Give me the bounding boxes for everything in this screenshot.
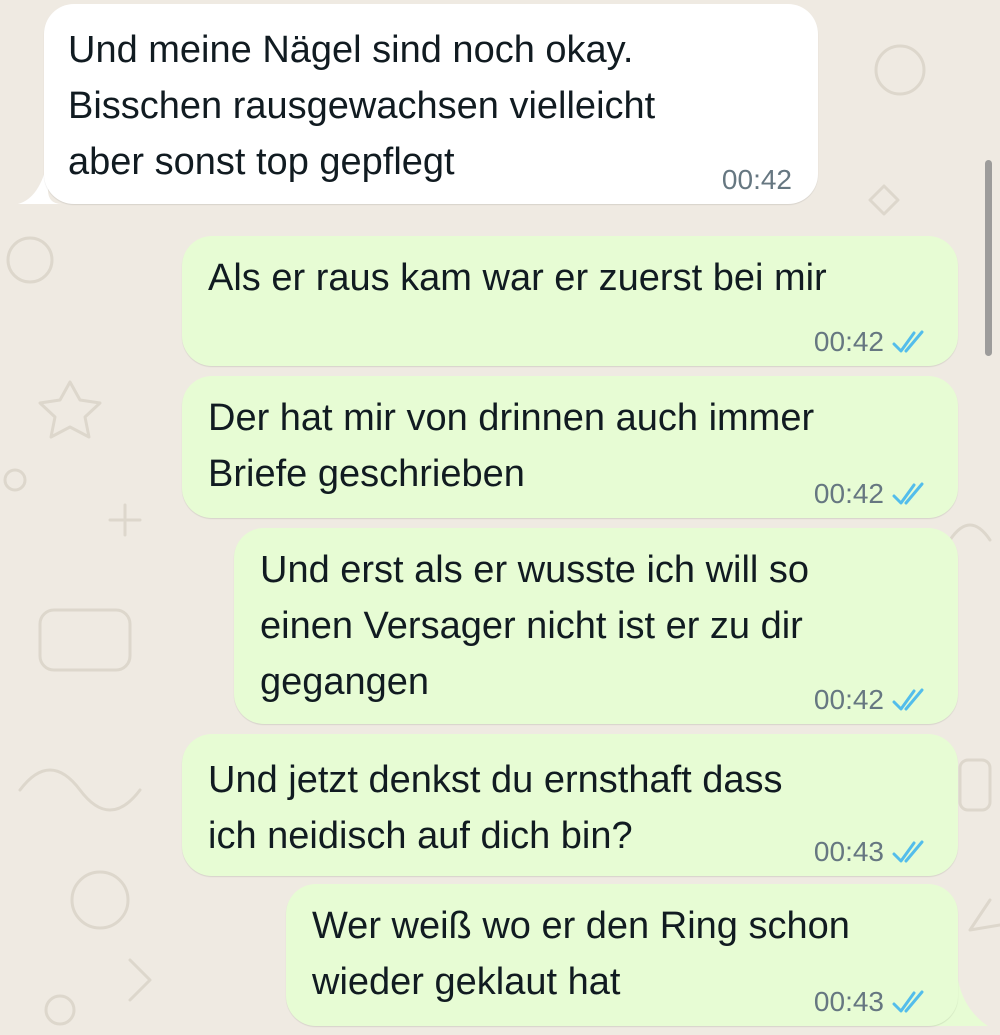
message-text: Und jetzt denkst du ernsthaft dass ich n… (208, 759, 783, 857)
message-time: 00:42 (813, 478, 884, 509)
message-bubble-incoming[interactable]: Und meine Nägel sind noch okay. Bisschen… (44, 4, 818, 204)
double-check-read-icon (892, 990, 924, 1013)
message-bubble-outgoing[interactable]: Und jetzt denkst du ernsthaft dass ich n… (182, 734, 958, 876)
double-check-read-icon (892, 688, 924, 711)
double-check-read-icon (892, 330, 924, 353)
message-meta: 00:42 (814, 478, 932, 510)
message-meta: 00:42 (814, 684, 932, 716)
message-text: Als er raus kam war er zuerst bei mir (208, 257, 827, 299)
scrollbar[interactable] (985, 160, 992, 356)
message-text: Und meine Nägel sind noch okay. Bisschen… (68, 29, 656, 183)
message-bubble-outgoing[interactable]: Der hat mir von drinnen auch immer Brief… (182, 376, 958, 518)
message-time: 00:43 (813, 836, 884, 867)
message-bubble-outgoing[interactable]: Wer weiß wo er den Ring schon wieder gek… (286, 884, 958, 1026)
message-time: 00:43 (813, 986, 884, 1017)
message-text: Wer weiß wo er den Ring schon wieder gek… (312, 905, 850, 1003)
message-text: Und erst als er wusste ich will so einen… (260, 549, 810, 703)
message-meta: 00:43 (814, 986, 932, 1018)
message-time: 00:42 (813, 684, 884, 715)
message-meta: 00:43 (814, 836, 932, 868)
message-bubble-outgoing[interactable]: Und erst als er wusste ich will so einen… (234, 528, 958, 724)
message-meta: 00:42 (814, 326, 932, 358)
message-time: 00:42 (813, 326, 884, 357)
message-bubble-outgoing[interactable]: Als er raus kam war er zuerst bei mir 00… (182, 236, 958, 366)
message-text: Der hat mir von drinnen auch immer Brief… (208, 397, 815, 495)
double-check-read-icon (892, 840, 924, 863)
message-time: 00:42 (721, 164, 792, 195)
double-check-read-icon (892, 482, 924, 505)
message-meta: 00:42 (722, 164, 792, 196)
